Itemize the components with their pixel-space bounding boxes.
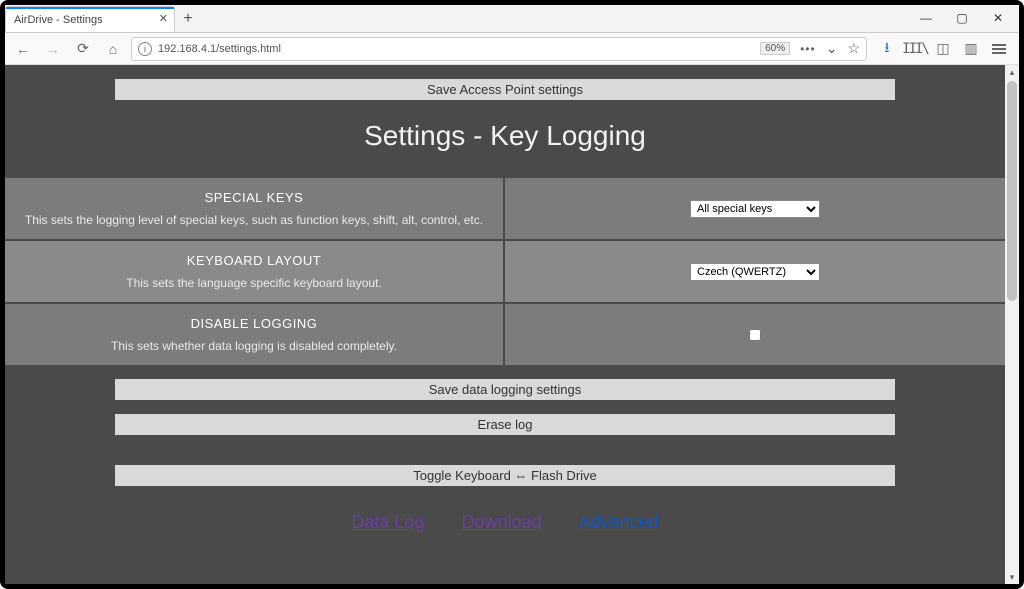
back-button[interactable]: ← <box>11 37 35 61</box>
page-actions-icon[interactable]: ••• <box>800 42 816 56</box>
url-right-controls: 60% ••• ⌄ ☆ <box>760 40 860 57</box>
link-download[interactable]: Download <box>461 512 541 532</box>
scroll-up-button[interactable]: ▴ <box>1005 65 1019 79</box>
window-controls: — ▢ ✕ <box>909 7 1015 29</box>
pocket-icon[interactable]: ⌄ <box>826 40 838 57</box>
special-keys-select[interactable]: All special keys <box>690 200 820 218</box>
row-keyboard-layout: KEYBOARD LAYOUT This sets the language s… <box>5 239 1005 302</box>
forward-button[interactable]: → <box>41 37 65 61</box>
special-keys-label: SPECIAL KEYS <box>15 190 493 205</box>
zoom-indicator[interactable]: 60% <box>760 42 790 55</box>
disable-logging-label: DISABLE LOGGING <box>15 316 493 331</box>
disable-logging-checkbox[interactable] <box>749 329 761 341</box>
bookmark-star-icon[interactable]: ☆ <box>847 40 860 57</box>
sidebar-icon[interactable]: ▥ <box>963 41 979 57</box>
nav-bar: ← → ⟳ ⌂ i 192.168.4.1/settings.html 60% … <box>5 33 1019 65</box>
scrollbar-track[interactable]: ▴ ▾ <box>1005 65 1019 584</box>
link-data-log[interactable]: Data Log <box>351 512 424 532</box>
footer-links: Data Log Download Advanced <box>5 512 1005 533</box>
url-bar[interactable]: i 192.168.4.1/settings.html 60% ••• ⌄ ☆ <box>131 37 867 61</box>
toolbar-right: ⭳ III\ ◫ ▥ <box>873 41 1013 57</box>
save-access-point-button[interactable]: Save Access Point settings <box>115 79 895 100</box>
page-viewport: Save Access Point settings Settings - Ke… <box>5 65 1019 584</box>
tab-strip: AirDrive - Settings ✕ + — ▢ ✕ <box>5 5 1019 33</box>
row-disable-logging: DISABLE LOGGING This sets whether data l… <box>5 302 1005 365</box>
library-icon[interactable]: III\ <box>907 41 923 57</box>
tab-title: AirDrive - Settings <box>14 14 103 26</box>
row-special-keys: SPECIAL KEYS This sets the logging level… <box>5 176 1005 239</box>
browser-tab[interactable]: AirDrive - Settings ✕ <box>5 6 175 32</box>
settings-table: SPECIAL KEYS This sets the logging level… <box>5 176 1005 365</box>
browser-window: AirDrive - Settings ✕ + — ▢ ✕ ← → ⟳ ⌂ i … <box>0 0 1024 589</box>
reload-button[interactable]: ⟳ <box>71 37 95 61</box>
site-info-icon[interactable]: i <box>138 42 152 56</box>
keyboard-layout-desc: This sets the language specific keyboard… <box>15 276 493 290</box>
tab-active-indicator <box>6 7 174 9</box>
toggle-keyboard-flash-button[interactable]: Toggle Keyboard ⇔ Flash Drive <box>115 465 895 486</box>
menu-icon[interactable] <box>991 41 1007 57</box>
link-advanced[interactable]: Advanced <box>579 512 659 532</box>
close-tab-icon[interactable]: ✕ <box>159 12 168 25</box>
save-data-logging-button[interactable]: Save data logging settings <box>115 379 895 400</box>
keyboard-layout-select[interactable]: Czech (QWERTZ) <box>690 263 820 281</box>
new-tab-button[interactable]: + <box>175 6 201 32</box>
keyboard-layout-label: KEYBOARD LAYOUT <box>15 253 493 268</box>
downloads-icon[interactable]: ⭳ <box>879 41 895 57</box>
close-window-button[interactable]: ✕ <box>981 7 1015 29</box>
page-title: Settings - Key Logging <box>5 120 1005 152</box>
extension-icon[interactable]: ◫ <box>935 41 951 57</box>
maximize-button[interactable]: ▢ <box>945 7 979 29</box>
special-keys-desc: This sets the logging level of special k… <box>15 213 493 227</box>
scrollbar-thumb[interactable] <box>1007 81 1017 301</box>
minimize-button[interactable]: — <box>909 7 943 29</box>
page-content: Save Access Point settings Settings - Ke… <box>5 65 1005 584</box>
url-text: 192.168.4.1/settings.html <box>158 43 281 55</box>
home-button[interactable]: ⌂ <box>101 37 125 61</box>
disable-logging-desc: This sets whether data logging is disabl… <box>15 339 493 353</box>
scroll-down-button[interactable]: ▾ <box>1005 570 1019 584</box>
erase-log-button[interactable]: Erase log <box>115 414 895 435</box>
